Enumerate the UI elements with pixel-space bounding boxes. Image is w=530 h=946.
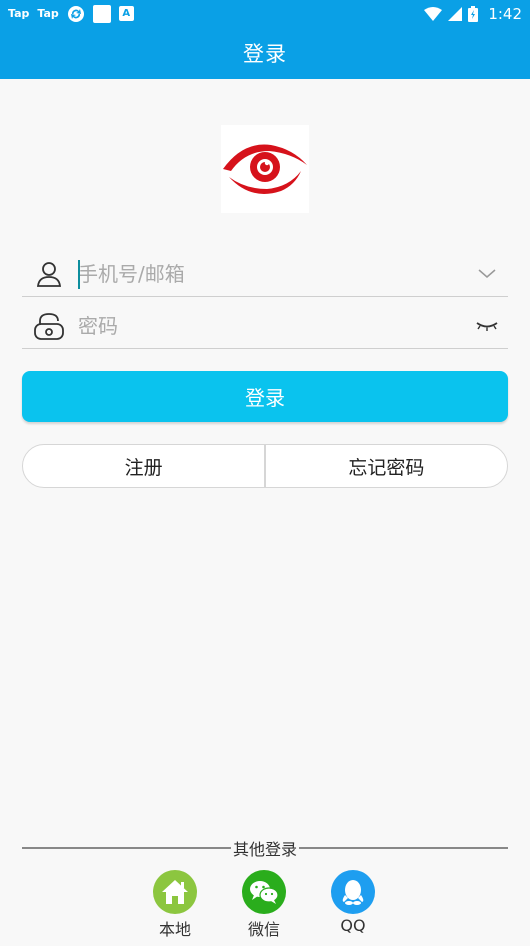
wechat-icon[interactable] <box>242 870 286 914</box>
wechat-login-option[interactable]: 微信 <box>234 870 294 940</box>
notification-icon <box>92 4 111 23</box>
signal-icon <box>448 6 463 21</box>
account-input[interactable] <box>78 255 472 292</box>
qq-login-option[interactable]: QQ <box>323 870 383 935</box>
status-bar: Tap Tap A 1:42 <box>0 0 530 27</box>
login-button[interactable]: 登录 <box>22 371 508 422</box>
qq-icon[interactable] <box>331 870 375 914</box>
lock-icon <box>32 309 66 343</box>
eye-logo-icon <box>223 144 307 194</box>
account-field <box>22 251 508 297</box>
local-login-option[interactable]: 本地 <box>145 870 205 940</box>
app-header: 登录 <box>0 27 530 79</box>
page-title: 登录 <box>243 42 287 66</box>
eye-closed-icon[interactable] <box>472 311 502 341</box>
social-label: 微信 <box>247 920 280 939</box>
battery-icon <box>468 5 479 22</box>
status-time: 1:42 <box>488 4 522 23</box>
password-input[interactable] <box>78 307 472 344</box>
social-label: QQ <box>340 916 366 935</box>
social-label: 本地 <box>158 920 191 939</box>
app-logo <box>221 125 309 213</box>
home-icon[interactable] <box>153 870 197 914</box>
divider <box>22 847 231 849</box>
other-login-header: 其他登录 <box>22 836 509 860</box>
forgot-password-button[interactable]: 忘记密码 <box>266 445 507 487</box>
register-button[interactable]: 注册 <box>23 445 264 487</box>
password-field <box>22 303 508 349</box>
chevron-down-icon[interactable] <box>472 259 502 289</box>
status-app-label: Tap <box>37 7 59 20</box>
text-cursor <box>78 260 80 289</box>
sync-icon <box>67 5 85 23</box>
text-notification-icon: A <box>118 6 134 21</box>
divider <box>299 847 509 849</box>
other-login-title: 其他登录 <box>233 840 298 859</box>
wifi-icon <box>424 6 443 21</box>
secondary-actions: 注册 忘记密码 <box>22 444 508 488</box>
status-app-label: Tap <box>8 7 30 20</box>
user-icon <box>32 257 66 291</box>
